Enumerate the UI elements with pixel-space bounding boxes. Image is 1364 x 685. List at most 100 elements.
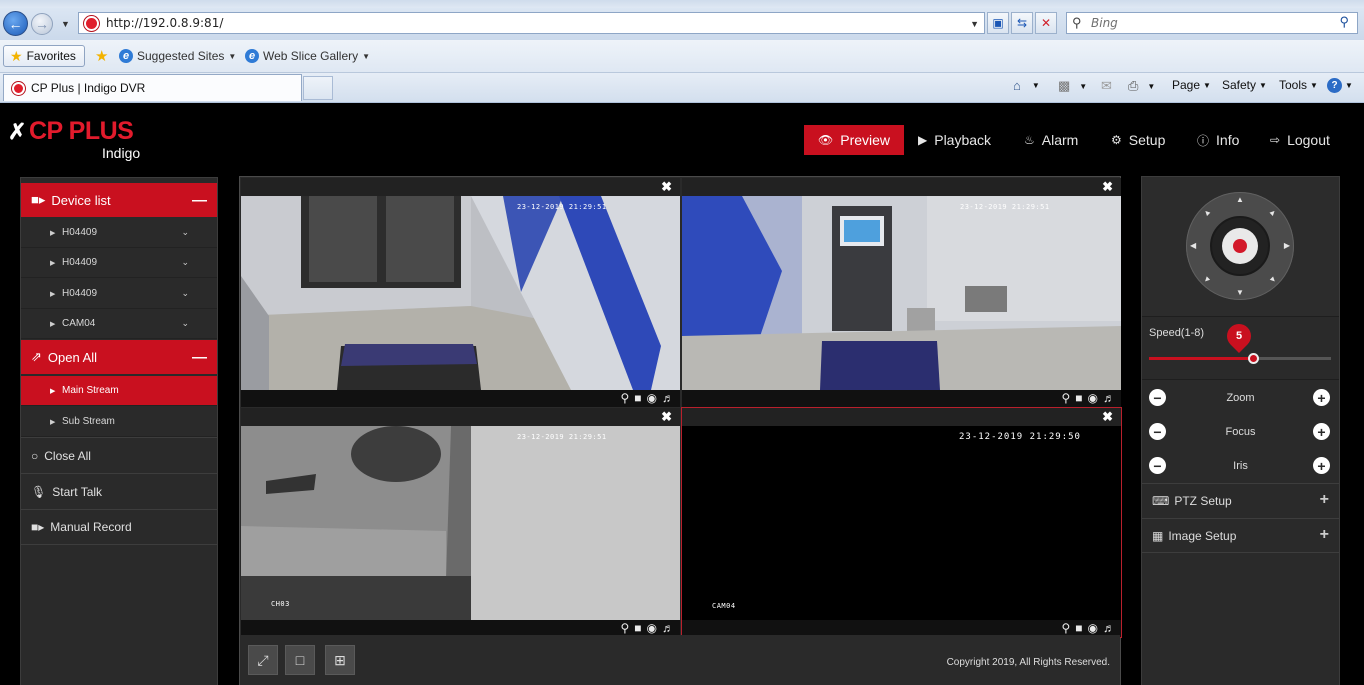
image-setup-section[interactable]: ▦ Image Setup + — [1142, 518, 1339, 553]
slider-knob[interactable] — [1248, 353, 1259, 364]
add-favorite-icon[interactable]: ★ — [95, 47, 108, 65]
pan-down-right-icon[interactable]: ▼ — [1267, 274, 1279, 286]
url-dropdown-icon[interactable]: ▼ — [970, 19, 979, 29]
zoom-in-icon[interactable]: ⚲ — [1061, 621, 1070, 635]
camera-feed[interactable]: 23-12-2019 21:29:51 — [241, 196, 680, 390]
snapshot-icon[interactable]: ◉ — [647, 621, 657, 635]
home-button[interactable]: ⌂ ▼ — [1013, 78, 1040, 93]
chevron-down-icon[interactable]: ⌄ — [181, 257, 189, 268]
chevron-down-icon[interactable]: ⌄ — [181, 227, 189, 238]
zoom-in-icon[interactable]: ⚲ — [620, 621, 629, 635]
camera-feed[interactable]: 23-12-2019 21:29:51 — [682, 196, 1121, 390]
device-item[interactable]: ▶ H04409 ⌄ — [21, 279, 217, 309]
web-slice-gallery-link[interactable]: e Web Slice Gallery ▼ — [245, 49, 370, 63]
zoom-in-button[interactable]: + — [1313, 389, 1330, 406]
suggested-sites-link[interactable]: e Suggested Sites ▼ — [119, 49, 236, 63]
record-icon[interactable]: ■ — [1075, 621, 1082, 635]
snapshot-icon[interactable]: ◉ — [1088, 621, 1098, 635]
close-icon[interactable]: ✖ — [1102, 179, 1113, 195]
caret-right-icon: ▶ — [50, 387, 56, 395]
device-item[interactable]: ▶ H04409 ⌄ — [21, 248, 217, 278]
audio-icon[interactable]: ♬ — [662, 621, 674, 635]
ptz-dpad[interactable]: ▲ ▼ ◀ ▶ ▲ ▲ ▼ ▼ — [1186, 192, 1294, 300]
nav-playback[interactable]: ▶ Playback — [918, 125, 991, 155]
quad-view-button[interactable]: ⊞ — [325, 645, 355, 675]
audio-icon[interactable]: ♬ — [1103, 621, 1115, 635]
pan-left-icon[interactable]: ◀ — [1190, 241, 1196, 250]
device-item[interactable]: ▶ H04409 ⌄ — [21, 218, 217, 248]
collapse-icon[interactable]: — — [192, 349, 207, 366]
stop-button[interactable]: ✕ — [1035, 12, 1057, 34]
pan-right-icon[interactable]: ▶ — [1284, 241, 1290, 250]
nav-info[interactable]: ⓘ Info — [1197, 125, 1239, 155]
close-icon[interactable]: ✖ — [661, 179, 672, 195]
expand-icon[interactable]: + — [1320, 526, 1329, 544]
history-dropdown-icon[interactable]: ▼ — [61, 19, 70, 29]
caret-right-icon: ▶ — [50, 320, 56, 328]
print-button[interactable]: ⎙ ▼ — [1128, 78, 1155, 94]
close-all-button[interactable]: ○ Close All — [21, 437, 217, 473]
page-menu[interactable]: Page ▼ — [1172, 78, 1211, 92]
close-icon[interactable]: ✖ — [1102, 409, 1113, 425]
tools-menu[interactable]: Tools ▼ — [1279, 78, 1318, 92]
fullscreen-button[interactable]: ⤢ — [248, 645, 278, 675]
mail-button[interactable]: ✉ — [1101, 78, 1112, 94]
speed-slider[interactable] — [1149, 353, 1331, 364]
stream-sub[interactable]: ▶ Sub Stream — [21, 407, 217, 437]
nav-logout[interactable]: ⇨ Logout — [1270, 125, 1330, 155]
device-list-header[interactable]: ■▸ Device list — — [21, 183, 217, 217]
open-all-header[interactable]: ⇗ Open All — — [21, 340, 217, 374]
record-icon[interactable]: ■ — [634, 621, 641, 635]
camera-feed[interactable]: 23-12-2019 21:29:50 CAM04 — [682, 426, 1121, 620]
new-tab-button[interactable] — [303, 76, 333, 100]
snapshot-icon[interactable]: ◉ — [647, 391, 657, 405]
chevron-down-icon[interactable]: ⌄ — [181, 318, 189, 329]
audio-icon[interactable]: ♬ — [662, 391, 674, 405]
compat-view-button[interactable]: ▣ — [987, 12, 1009, 34]
expand-icon[interactable]: + — [1320, 491, 1329, 509]
forward-button[interactable]: → — [31, 13, 53, 35]
device-item[interactable]: ▶ CAM04 ⌄ — [21, 309, 217, 339]
feeds-button[interactable]: ▩ ▼ — [1058, 78, 1087, 94]
video-cell[interactable]: ✖ 23-12-2019 21:29:51 CH03 ⚲ ■ ◉ ♬ — [241, 408, 680, 637]
ptz-setup-section[interactable]: ⌨ PTZ Setup + — [1142, 483, 1339, 518]
manual-record-button[interactable]: ■▸ Manual Record — [21, 509, 217, 545]
search-icon[interactable]: ⚲ — [1339, 14, 1349, 30]
zoom-in-icon[interactable]: ⚲ — [620, 391, 629, 405]
close-icon[interactable]: ✖ — [661, 409, 672, 425]
single-view-button[interactable]: □ — [285, 645, 315, 675]
chevron-down-icon: ▼ — [1079, 81, 1088, 91]
pan-down-icon[interactable]: ▼ — [1236, 288, 1244, 297]
back-button[interactable]: ← — [3, 11, 28, 36]
video-cell[interactable]: ✖ 23-12-2019 21:29:51 ⚲ ■ ◉ ♬ — [682, 178, 1121, 407]
pan-up-left-icon[interactable]: ▲ — [1201, 207, 1213, 219]
start-talk-button[interactable]: 🎙 Start Talk — [21, 473, 217, 509]
iris-plus-button[interactable]: + — [1313, 457, 1330, 474]
ptz-center-button[interactable] — [1222, 228, 1258, 264]
chevron-down-icon[interactable]: ⌄ — [181, 288, 189, 299]
record-icon[interactable]: ■ — [634, 391, 641, 405]
search-input[interactable]: ⚲ Bing ⚲ — [1066, 12, 1358, 34]
focus-plus-button[interactable]: + — [1313, 423, 1330, 440]
safety-menu[interactable]: Safety ▼ — [1222, 78, 1267, 92]
tab-cp-plus[interactable]: CP Plus | Indigo DVR — [3, 74, 302, 101]
nav-preview[interactable]: 👁 Preview — [804, 125, 905, 155]
collapse-icon[interactable]: — — [192, 192, 207, 209]
record-icon[interactable]: ■ — [1075, 391, 1082, 405]
pan-up-right-icon[interactable]: ▲ — [1267, 207, 1279, 219]
url-field[interactable]: http://192.0.8.9:81/ ▼ — [78, 12, 985, 34]
pan-down-left-icon[interactable]: ▼ — [1201, 274, 1213, 286]
refresh-button[interactable]: ⇆ — [1011, 12, 1033, 34]
video-cell[interactable]: ✖ 23-12-2019 21:29:51 ⚲ ■ ◉ ♬ — [241, 178, 680, 407]
zoom-in-icon[interactable]: ⚲ — [1061, 391, 1070, 405]
video-cell-active[interactable]: ✖ 23-12-2019 21:29:50 CAM04 ⚲ ■ ◉ ♬ — [681, 407, 1122, 638]
help-button[interactable]: ? ▼ — [1327, 78, 1353, 93]
stream-main[interactable]: ▶ Main Stream — [21, 376, 217, 406]
nav-setup[interactable]: ⚙ Setup — [1111, 125, 1165, 155]
audio-icon[interactable]: ♬ — [1103, 391, 1115, 405]
favorites-button[interactable]: ★ Favorites — [3, 45, 85, 67]
nav-alarm[interactable]: ♨ Alarm — [1024, 125, 1078, 155]
pan-up-icon[interactable]: ▲ — [1236, 195, 1244, 204]
snapshot-icon[interactable]: ◉ — [1088, 391, 1098, 405]
camera-feed[interactable]: 23-12-2019 21:29:51 CH03 — [241, 426, 680, 620]
